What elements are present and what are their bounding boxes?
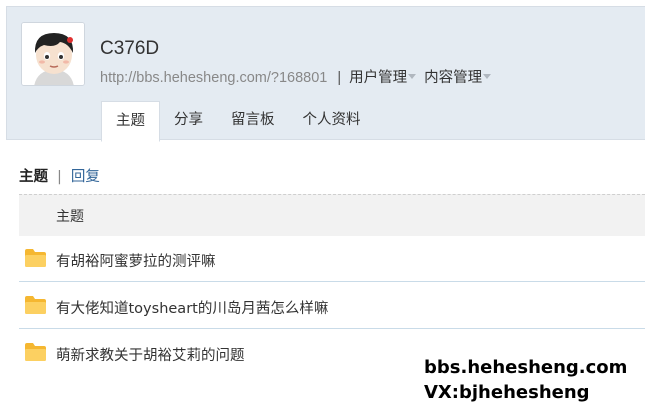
tab-profile[interactable]: 个人资料 bbox=[289, 101, 375, 141]
table-header: 主题 bbox=[19, 194, 645, 236]
profile-tabs: 主题 分享 留言板 个人资料 bbox=[101, 101, 375, 142]
avatar[interactable] bbox=[21, 22, 85, 86]
topic-link[interactable]: 有大佬知道toysheart的川岛月茜怎么样嘛 bbox=[56, 297, 328, 318]
separator: | bbox=[337, 70, 342, 86]
chevron-down-icon bbox=[483, 73, 492, 79]
subnav-replies[interactable]: 回复 bbox=[71, 169, 100, 185]
topic-link[interactable]: 有胡裕阿蜜萝拉的测评嘛 bbox=[56, 250, 216, 271]
subnav-separator: | bbox=[57, 169, 62, 185]
watermark-contact: VX:bjhehesheng bbox=[424, 382, 590, 403]
table-row: 有大佬知道toysheart的川岛月茜怎么样嘛 bbox=[19, 283, 645, 329]
tab-topics[interactable]: 主题 bbox=[101, 101, 160, 142]
profile-url[interactable]: http://bbs.hehesheng.com/?168801 bbox=[100, 70, 327, 86]
username: C376D bbox=[100, 38, 160, 59]
content-management-label: 内容管理 bbox=[424, 70, 483, 86]
folder-icon bbox=[25, 249, 46, 267]
table-row: 有胡裕阿蜜萝拉的测评嘛 bbox=[19, 236, 645, 282]
user-management-menu[interactable]: 用户管理 bbox=[349, 70, 417, 86]
folder-icon bbox=[25, 343, 46, 361]
profile-header: C376D http://bbs.hehesheng.com/?168801 | 用… bbox=[6, 6, 645, 142]
profile-subline: http://bbs.hehesheng.com/?168801 | 用户管理 内容管… bbox=[100, 66, 492, 87]
folder-icon bbox=[25, 296, 46, 314]
tab-guestbook[interactable]: 留言板 bbox=[217, 101, 289, 141]
user-management-label: 用户管理 bbox=[349, 70, 408, 86]
cartoon-avatar-icon bbox=[22, 23, 84, 85]
subnav-topics[interactable]: 主题 bbox=[19, 169, 48, 185]
topic-link[interactable]: 萌新求教关于胡裕艾莉的问题 bbox=[56, 344, 245, 365]
watermark-site: bbs.hehesheng.com bbox=[424, 357, 628, 378]
tab-share[interactable]: 分享 bbox=[160, 101, 217, 141]
chevron-down-icon bbox=[408, 73, 417, 79]
column-header-topic: 主题 bbox=[56, 209, 84, 225]
content-management-menu[interactable]: 内容管理 bbox=[424, 70, 492, 86]
sub-navigation: 主题 | 回复 bbox=[19, 165, 100, 186]
